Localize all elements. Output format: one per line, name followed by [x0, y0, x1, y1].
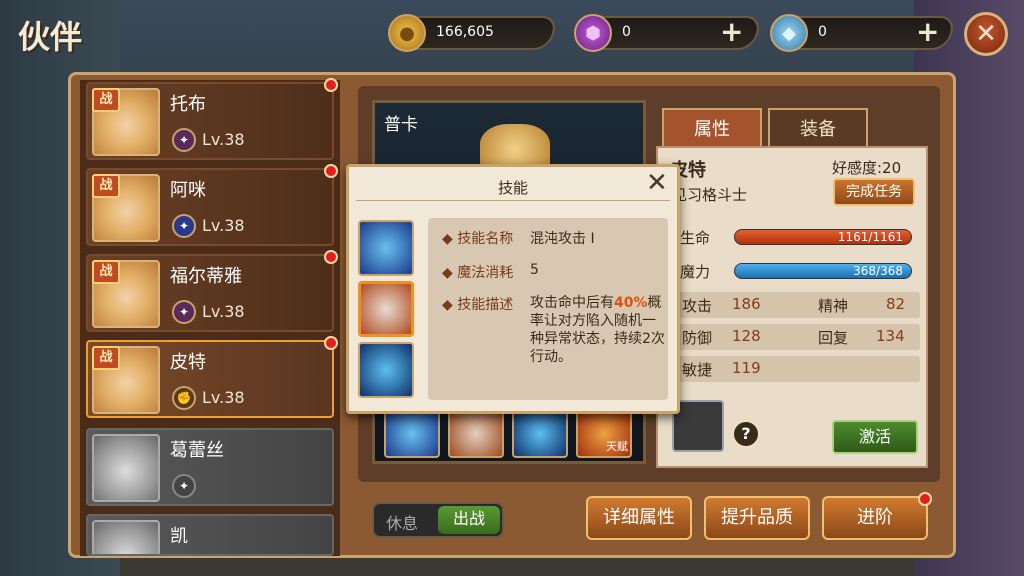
notification-dot: [324, 336, 338, 350]
detail-attributes-button[interactable]: 详细属性: [586, 496, 692, 540]
favor-value: 好感度:20: [832, 159, 902, 177]
popup-close-button[interactable]: ✕: [646, 170, 668, 196]
skill-name-label: ◆ 技能名称: [442, 231, 514, 247]
skill-desc-label: ◆ 技能描述: [442, 297, 514, 313]
portrait-name: 普卡: [384, 115, 418, 135]
advance-button[interactable]: 进阶: [822, 496, 928, 540]
help-icon[interactable]: ?: [732, 420, 760, 448]
diamond-icon: ◆: [770, 14, 808, 52]
skill-icon-fist[interactable]: [358, 281, 414, 337]
notification-dot: [324, 250, 338, 264]
roster-level: Lv.38: [202, 130, 245, 149]
roster-name: 皮特: [170, 352, 206, 373]
popup-title: 技能: [497, 179, 528, 197]
roster-card[interactable]: 战 阿咪 ✦ Lv.38: [86, 164, 338, 246]
roster-name: 葛蕾丝: [170, 440, 224, 461]
battle-badge: 战: [92, 174, 120, 198]
notification-dot: [918, 492, 932, 506]
skill-icon-shadow[interactable]: [358, 342, 414, 398]
add-diamond-button[interactable]: +: [916, 18, 939, 46]
skill-slot[interactable]: [448, 410, 504, 458]
skill-name: 混沌攻击 I: [530, 231, 595, 247]
spirit-label: 精神: [818, 297, 849, 315]
purple-gem-icon: ⬢: [574, 14, 612, 52]
diamond-value: 0: [818, 24, 827, 40]
def-label: 防御: [682, 329, 713, 347]
skill-description: 攻击命中后有40%概率让对方陷入随机一种异常状态，持续2次行动。: [530, 295, 665, 365]
recover-label: 回复: [818, 329, 849, 347]
rest-option[interactable]: 休息: [386, 510, 418, 534]
popup-divider: [356, 200, 670, 201]
agi-label: 敏捷: [682, 361, 713, 379]
battle-badge: 战: [92, 260, 120, 284]
add-gem-button[interactable]: +: [720, 18, 743, 46]
skill-slot[interactable]: [384, 410, 440, 458]
upgrade-quality-button[interactable]: 提升品质: [704, 496, 810, 540]
atk-value: 186: [732, 295, 761, 313]
battle-toggle[interactable]: 休息 出战: [372, 502, 504, 538]
mana-cost-label: ◆ 魔法消耗: [442, 265, 514, 281]
battle-badge: 战: [92, 346, 120, 370]
roster-name: 凯: [170, 526, 188, 547]
class-icon: ✦: [172, 128, 196, 152]
roster-level: Lv.38: [202, 388, 245, 407]
battle-option[interactable]: 出战: [438, 506, 500, 534]
avatar: [92, 434, 160, 502]
battle-badge: 战: [92, 88, 120, 112]
notification-dot: [324, 164, 338, 178]
tab-attributes[interactable]: 属性: [662, 108, 762, 148]
roster-level: Lv.38: [202, 216, 245, 235]
class-icon: ✦: [172, 214, 196, 238]
recover-value: 134: [876, 327, 905, 345]
avatar: [92, 520, 160, 554]
def-value: 128: [732, 327, 761, 345]
notification-dot: [324, 78, 338, 92]
gem-value: 0: [622, 24, 631, 40]
atk-label: 攻击: [682, 297, 713, 315]
talent-label: 天赋: [606, 440, 628, 453]
roster-level: Lv.38: [202, 302, 245, 321]
skill-icon-chaos[interactable]: [358, 220, 414, 276]
gold-coin-icon: ●: [388, 14, 426, 52]
gold-value: 166,605: [436, 24, 494, 40]
skill-slot[interactable]: [512, 410, 568, 458]
mp-bar: 368/368: [734, 263, 912, 279]
roster-name: 阿咪: [170, 180, 206, 201]
tab-equipment[interactable]: 装备: [768, 108, 868, 148]
roster-card-locked[interactable]: 凯: [86, 514, 334, 556]
mana-cost: 5: [530, 262, 539, 278]
agi-value: 119: [732, 359, 761, 377]
hero-class: 见习格斗士: [672, 186, 748, 204]
spirit-value: 82: [886, 295, 906, 313]
roster-card-locked[interactable]: 葛蕾丝 ✦: [86, 428, 334, 506]
activate-button[interactable]: 激活: [832, 420, 918, 454]
roster-name: 福尔蒂雅: [170, 266, 242, 287]
hp-label: 生命: [680, 229, 711, 247]
mp-label: 魔力: [680, 263, 711, 281]
hp-bar: 1161/1161: [734, 229, 912, 245]
page-title: 伙伴: [18, 18, 83, 56]
roster-card[interactable]: 战 福尔蒂雅 ✦ Lv.38: [86, 250, 338, 332]
roster-name: 托布: [170, 94, 206, 115]
close-button[interactable]: ✕: [964, 12, 1008, 56]
class-icon: ✦: [172, 474, 196, 498]
talent-skill-slot[interactable]: 天赋: [576, 410, 632, 458]
complete-task-button[interactable]: 完成任务: [833, 178, 915, 206]
class-icon: ✊: [172, 386, 196, 410]
class-icon: ✦: [172, 300, 196, 324]
roster-card-selected[interactable]: 战 皮特 ✊ Lv.38: [86, 336, 338, 418]
roster-card[interactable]: 战 托布 ✦ Lv.38: [86, 78, 338, 160]
